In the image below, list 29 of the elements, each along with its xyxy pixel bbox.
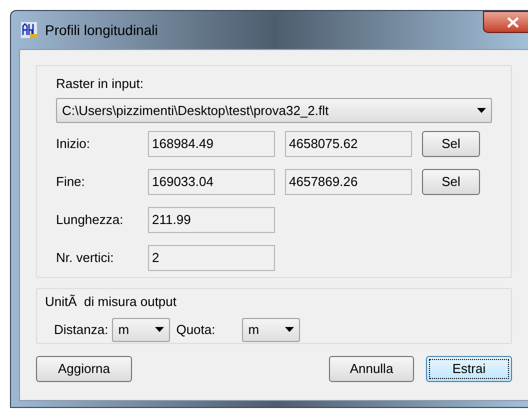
- caret-icon: [155, 327, 164, 332]
- field-label: Quota:: [176, 320, 216, 339]
- dropdown[interactable]: m: [242, 318, 300, 342]
- field-label: Distanza:: [54, 320, 108, 339]
- dialog-button[interactable]: Aggiorna: [36, 356, 132, 382]
- close-button[interactable]: [483, 11, 528, 33]
- field-label: Raster in input:: [56, 75, 144, 93]
- group-title: UnitÃ di misura output: [45, 293, 178, 311]
- input-field[interactable]: 4657869.26: [285, 169, 412, 195]
- caret-icon: [285, 327, 294, 332]
- dialog-button[interactable]: Sel: [422, 131, 480, 157]
- dialog-button[interactable]: Annulla: [329, 356, 414, 382]
- window-title: Profili longitudinali: [45, 20, 158, 40]
- input-field[interactable]: 4658075.62: [285, 131, 412, 157]
- dropdown[interactable]: m: [112, 318, 170, 342]
- input-field[interactable]: 211.99: [148, 207, 275, 233]
- input-field[interactable]: 168984.49: [148, 131, 275, 157]
- caret-icon: [477, 108, 486, 113]
- input-field[interactable]: 169033.04: [148, 169, 275, 195]
- field-label: Fine:: [56, 173, 86, 192]
- dropdown[interactable]: C:\Users\pizzimenti\Desktop\test\prova32_2.flt: [56, 98, 492, 123]
- field-label: Lunghezza:: [56, 211, 124, 230]
- input-field[interactable]: 2: [148, 245, 275, 271]
- field-label: Inizio:: [56, 135, 91, 154]
- dialog-button[interactable]: Estrai: [426, 356, 512, 382]
- app-icon: [21, 22, 37, 38]
- close-icon: [507, 16, 519, 28]
- dialog-button[interactable]: Sel: [422, 169, 480, 195]
- field-label: Nr. vertici:: [56, 249, 115, 268]
